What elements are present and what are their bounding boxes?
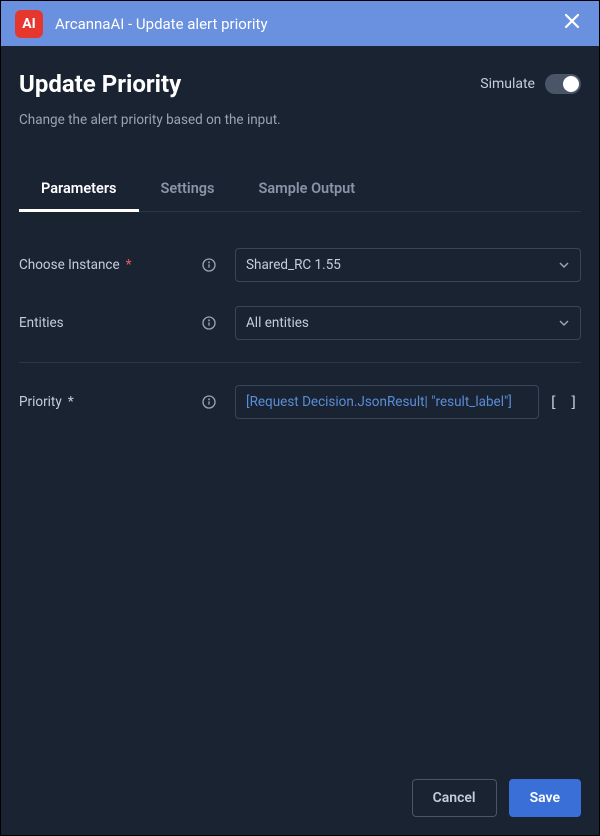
- instance-value: Shared_RC 1.55: [246, 257, 341, 273]
- field-control: All entities: [235, 306, 581, 340]
- modal-container: AI ArcannaAI - Update alert priority Upd…: [1, 1, 599, 835]
- entities-label: Entities: [19, 315, 64, 331]
- required-indicator: *: [126, 257, 132, 273]
- tab-sample-output[interactable]: Sample Output: [237, 168, 378, 212]
- field-label-wrap: Priority *: [19, 394, 201, 410]
- page-title: Update Priority: [19, 70, 181, 98]
- chevron-down-icon: [558, 259, 570, 271]
- app-icon-text: AI: [22, 16, 36, 32]
- footer: Cancel Save: [1, 765, 599, 835]
- info-icon[interactable]: [201, 394, 235, 410]
- tabs: Parameters Settings Sample Output: [19, 168, 581, 212]
- row-priority: Priority * [Request Decision.JsonResult|…: [19, 373, 581, 431]
- chevron-down-icon: [558, 317, 570, 329]
- header-row: Update Priority Simulate: [19, 70, 581, 98]
- required-indicator: *: [68, 394, 74, 410]
- placeholder-insert-button[interactable]: [ ]: [547, 393, 581, 411]
- priority-input[interactable]: [Request Decision.JsonResult| "result_la…: [235, 385, 539, 419]
- entities-value: All entities: [246, 315, 309, 331]
- close-icon: [563, 12, 581, 30]
- info-icon[interactable]: [201, 257, 235, 273]
- titlebar-title: ArcannaAI - Update alert priority: [55, 15, 547, 33]
- field-label-wrap: Entities: [19, 315, 201, 331]
- field-label-wrap: Choose Instance *: [19, 257, 201, 273]
- instance-select[interactable]: Shared_RC 1.55: [235, 248, 581, 282]
- tab-parameters[interactable]: Parameters: [19, 168, 139, 212]
- close-button[interactable]: [559, 8, 585, 39]
- row-entities: Entities All entities: [19, 294, 581, 363]
- priority-label: Priority: [19, 394, 62, 410]
- content-area: Update Priority Simulate Change the aler…: [1, 46, 599, 765]
- field-control: Shared_RC 1.55: [235, 248, 581, 282]
- tab-settings[interactable]: Settings: [139, 168, 237, 212]
- priority-value: [Request Decision.JsonResult| "result_la…: [246, 394, 512, 410]
- form: Choose Instance * Shared_RC 1.55 Entitie…: [19, 212, 581, 765]
- app-icon: AI: [15, 10, 43, 38]
- simulate-toggle[interactable]: [545, 74, 581, 94]
- simulate-control: Simulate: [480, 74, 581, 94]
- field-control: [Request Decision.JsonResult| "result_la…: [235, 385, 581, 419]
- info-icon[interactable]: [201, 315, 235, 331]
- titlebar: AI ArcannaAI - Update alert priority: [1, 1, 599, 46]
- cancel-button[interactable]: Cancel: [412, 779, 497, 817]
- page-subtitle: Change the alert priority based on the i…: [19, 112, 581, 128]
- row-choose-instance: Choose Instance * Shared_RC 1.55: [19, 236, 581, 294]
- save-button[interactable]: Save: [509, 779, 581, 817]
- instance-label: Choose Instance: [19, 257, 120, 273]
- entities-select[interactable]: All entities: [235, 306, 581, 340]
- simulate-label: Simulate: [480, 76, 535, 92]
